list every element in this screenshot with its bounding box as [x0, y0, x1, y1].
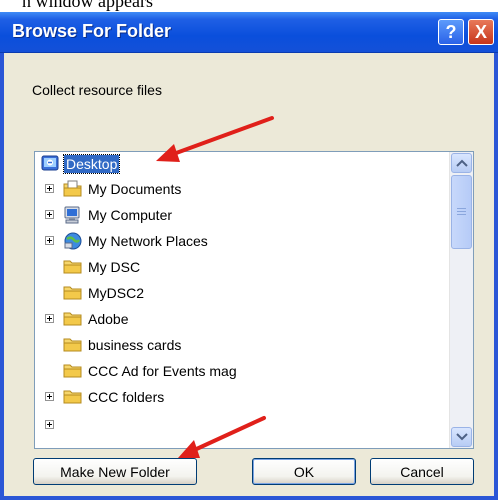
tree-item-my-documents[interactable]: My Documents — [35, 178, 449, 202]
expand-icon[interactable] — [45, 184, 54, 193]
page-text-fragment: n window appears — [0, 0, 498, 12]
desktop-icon — [41, 155, 61, 173]
tree-item-label: My Documents — [88, 181, 182, 197]
tree-item-label: MyDSC2 — [88, 285, 145, 301]
dialog-title: Browse For Folder — [12, 21, 172, 41]
tree-item-label: My Computer — [88, 207, 173, 223]
title-bar[interactable]: Browse For Folder ? X — [0, 12, 498, 53]
folder-icon — [63, 284, 83, 302]
expand-icon — [45, 420, 54, 429]
tree-item-label: My DSC — [88, 259, 141, 275]
tree-item-business-cards[interactable]: business cards — [35, 334, 449, 358]
annotation-arrow-icon — [156, 116, 274, 162]
expand-icon[interactable] — [45, 314, 54, 323]
tree-item-label: CCC folders — [88, 389, 165, 405]
tree-item-label: Adobe — [88, 311, 129, 327]
tree-item-my-network-places[interactable]: My Network Places — [35, 230, 449, 254]
network-places-icon — [63, 232, 83, 250]
help-button[interactable]: ? — [438, 19, 464, 45]
scroll-down-button[interactable] — [451, 427, 472, 447]
tree-item-my-dsc[interactable]: My DSC — [35, 256, 449, 280]
folder-icon — [63, 336, 83, 354]
tree-item-my-computer[interactable]: My Computer — [35, 204, 449, 228]
expand-icon[interactable] — [45, 210, 54, 219]
scroll-up-button[interactable] — [451, 153, 472, 173]
tree-item-ccc-ad-for-events-mag[interactable]: CCC Ad for Events mag — [35, 360, 449, 384]
cancel-button[interactable]: Cancel — [370, 458, 474, 485]
grip-line — [457, 208, 466, 209]
page-caption: n window appears — [22, 0, 153, 11]
folder-tree[interactable]: Desktop My Documents My Computer My Netw… — [34, 151, 474, 449]
dialog-description: Collect resource files — [32, 82, 162, 98]
folder-icon — [63, 362, 83, 380]
folder-icon — [63, 388, 83, 406]
tree-item-adobe[interactable]: Adobe — [35, 308, 449, 332]
tree-item-label: My Network Places — [88, 233, 208, 249]
annotation-arrow-icon — [178, 416, 266, 458]
chevron-up-icon — [456, 159, 468, 167]
tree-item-label: business cards — [88, 337, 182, 353]
close-button[interactable]: X — [468, 19, 494, 45]
my-documents-icon — [63, 180, 83, 198]
browse-for-folder-dialog: Browse For Folder ? X Collect resource f… — [0, 12, 498, 500]
expand-icon[interactable] — [45, 392, 54, 401]
tree-item-mydsc2[interactable]: MyDSC2 — [35, 282, 449, 306]
expand-icon[interactable] — [45, 236, 54, 245]
folder-icon — [63, 310, 83, 328]
close-icon: X — [474, 21, 487, 42]
grip-line — [457, 214, 466, 215]
chevron-down-icon — [456, 433, 468, 441]
folder-icon — [63, 258, 83, 276]
my-computer-icon — [63, 206, 83, 224]
tree-item-label: CCC Ad for Events mag — [88, 363, 237, 379]
grip-line — [457, 211, 466, 212]
help-icon: ? — [445, 21, 457, 42]
scroll-thumb[interactable] — [451, 175, 472, 249]
tree-item-ccc-folders[interactable]: CCC folders — [35, 386, 449, 410]
tree-item-label: Desktop — [62, 154, 121, 174]
vertical-scrollbar[interactable] — [449, 152, 473, 448]
